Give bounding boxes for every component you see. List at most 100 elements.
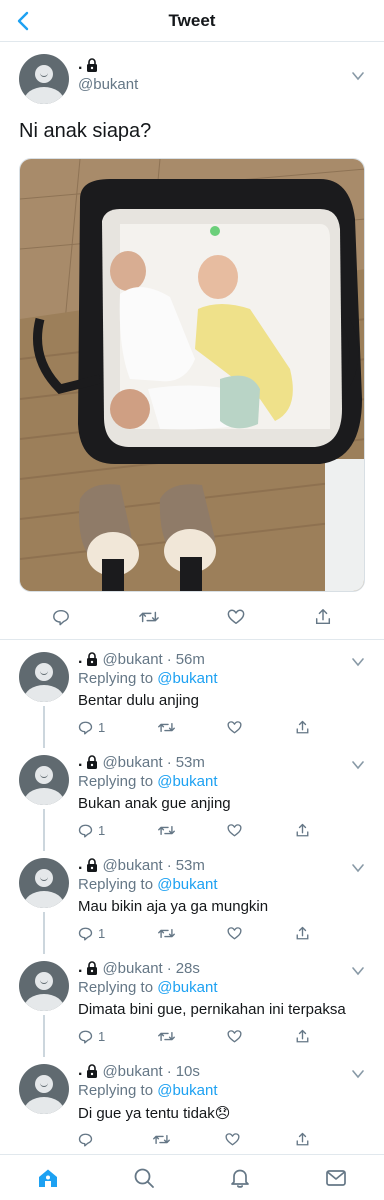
handle[interactable]: @bukant <box>102 1063 162 1080</box>
avatar[interactable] <box>19 652 69 702</box>
retweet-button[interactable] <box>138 608 159 626</box>
retweet-button[interactable] <box>157 926 175 941</box>
share-button[interactable] <box>295 720 310 735</box>
mention-link[interactable]: @bukant <box>157 670 217 687</box>
chevron-down-icon[interactable] <box>350 1066 366 1082</box>
reply-button[interactable]: 1 <box>78 823 105 838</box>
timestamp[interactable]: 10s <box>176 1063 200 1080</box>
share-button[interactable] <box>295 1029 310 1044</box>
lock-icon <box>87 58 98 72</box>
display-name[interactable]: . <box>78 959 98 977</box>
tab-messages[interactable] <box>316 1158 356 1198</box>
display-name[interactable]: . <box>78 856 98 874</box>
handle[interactable]: @bukant <box>102 960 162 977</box>
chevron-down-icon[interactable] <box>350 963 366 979</box>
like-button[interactable] <box>227 823 242 838</box>
mention-link[interactable]: @bukant <box>157 773 217 790</box>
avatar[interactable] <box>19 755 69 805</box>
chevron-down-icon[interactable] <box>350 860 366 876</box>
display-name[interactable]: . <box>78 1062 98 1080</box>
tab-home[interactable] <box>28 1158 68 1198</box>
reply-tweet[interactable]: . @bukant · 53m Replying to @bukant Bukan … <box>0 743 384 851</box>
display-name-text: . <box>78 753 83 770</box>
separator: · <box>166 1062 172 1080</box>
search-icon <box>134 1168 154 1188</box>
share-icon <box>296 1132 309 1146</box>
reply-button[interactable]: 1 <box>78 926 105 941</box>
handle[interactable]: @bukant <box>102 651 162 668</box>
reply-tweet[interactable]: . @bukant · 28s Replying to @bukant Dimata… <box>0 949 384 1057</box>
retweet-button[interactable] <box>157 823 175 838</box>
mention-link[interactable]: @bukant <box>157 876 217 893</box>
like-button[interactable] <box>227 608 245 626</box>
share-button[interactable] <box>295 926 310 941</box>
tweet-actions <box>52 608 332 626</box>
page-title: Tweet <box>168 11 216 30</box>
display-name-text: . <box>78 959 83 976</box>
reply-button[interactable]: 1 <box>78 1029 105 1044</box>
reply-tweet[interactable]: . @bukant · 10s Replying to @bukant Di gue… <box>0 1052 384 1155</box>
reply-header: . @bukant · 10s <box>78 1062 200 1080</box>
share-icon <box>315 609 330 625</box>
replying-label: Replying to <box>78 773 154 790</box>
reply-icon <box>53 609 69 626</box>
mention-link[interactable]: @bukant <box>157 1082 217 1099</box>
lock-icon <box>87 1064 98 1078</box>
reply-tweet[interactable]: . @bukant · 56m Replying to @bukant Bentar… <box>0 640 384 748</box>
handle[interactable]: @bukant <box>102 857 162 874</box>
like-button[interactable] <box>225 1132 240 1147</box>
retweet-button[interactable] <box>157 720 175 735</box>
retweet-button[interactable] <box>153 1132 170 1147</box>
heart-icon <box>227 609 245 625</box>
heart-icon <box>225 1133 240 1146</box>
replying-to: Replying to @bukant <box>78 773 217 790</box>
reply-header: . @bukant · 53m <box>78 753 205 771</box>
tab-notifications[interactable] <box>220 1158 260 1198</box>
chevron-down-icon[interactable] <box>350 68 366 84</box>
tweet-photo[interactable] <box>19 158 365 592</box>
display-name-text: . <box>78 1062 83 1079</box>
retweet-button[interactable] <box>157 1029 175 1044</box>
tab-search[interactable] <box>124 1158 164 1198</box>
like-button[interactable] <box>227 926 242 941</box>
like-button[interactable] <box>227 1029 242 1044</box>
timestamp[interactable]: 28s <box>176 960 200 977</box>
heart-icon <box>227 721 242 734</box>
avatar[interactable] <box>19 961 69 1011</box>
avatar[interactable] <box>19 54 69 104</box>
tweet-actions: 1 <box>78 926 310 941</box>
home-icon <box>39 1169 57 1187</box>
avatar[interactable] <box>19 858 69 908</box>
top-bar: Tweet <box>0 0 384 42</box>
share-button[interactable] <box>314 608 332 626</box>
lock-icon <box>87 961 98 975</box>
photo-illustration <box>20 159 364 591</box>
handle[interactable]: @bukant <box>78 76 138 93</box>
reply-tweet[interactable]: . @bukant · 53m Replying to @bukant Mau bi… <box>0 846 384 954</box>
timestamp[interactable]: 56m <box>176 651 205 668</box>
display-name[interactable]: . <box>78 56 98 74</box>
display-name[interactable]: . <box>78 650 98 668</box>
share-button[interactable] <box>295 823 310 838</box>
reply-button[interactable] <box>78 1132 98 1147</box>
share-icon <box>296 926 309 940</box>
avatar[interactable] <box>19 1064 69 1114</box>
thread-line <box>43 706 45 748</box>
reply-button[interactable] <box>52 608 70 626</box>
bell-icon <box>231 1169 249 1188</box>
display-name[interactable]: . <box>78 753 98 771</box>
handle[interactable]: @bukant <box>102 754 162 771</box>
replying-label: Replying to <box>78 876 154 893</box>
chevron-down-icon[interactable] <box>350 757 366 773</box>
chevron-down-icon[interactable] <box>350 654 366 670</box>
mention-link[interactable]: @bukant <box>157 979 217 996</box>
share-button[interactable] <box>295 1132 310 1147</box>
tweet-actions: 1 <box>78 1029 310 1044</box>
like-button[interactable] <box>227 720 242 735</box>
reply-button[interactable]: 1 <box>78 720 105 735</box>
timestamp[interactable]: 53m <box>176 754 205 771</box>
replying-to: Replying to @bukant <box>78 670 217 687</box>
thread-line <box>43 912 45 954</box>
timestamp[interactable]: 53m <box>176 857 205 874</box>
replying-label: Replying to <box>78 979 154 996</box>
